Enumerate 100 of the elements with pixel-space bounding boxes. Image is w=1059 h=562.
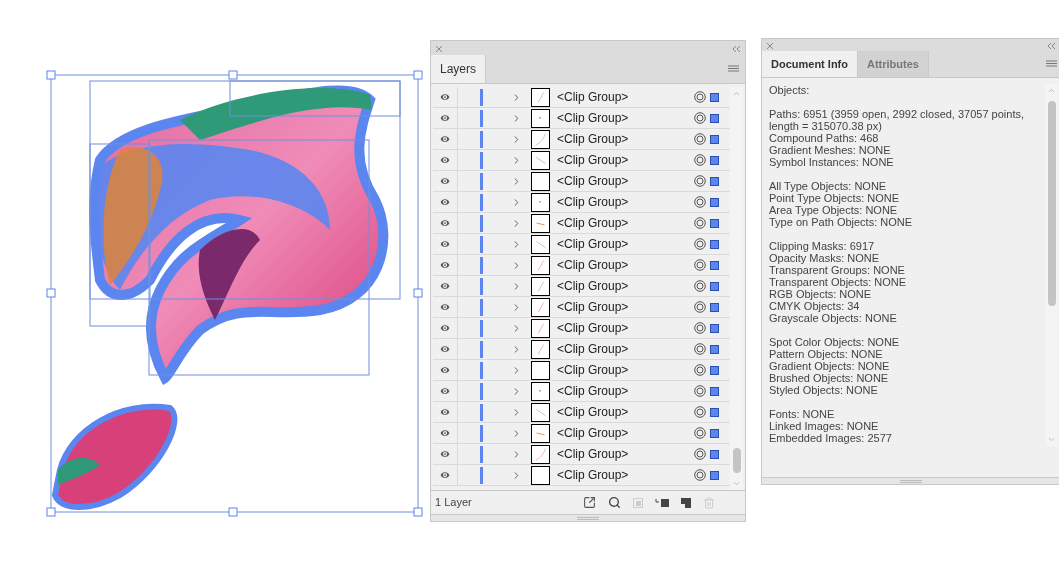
- target-icon[interactable]: [694, 301, 706, 313]
- layer-row[interactable]: <Clip Group>: [433, 276, 730, 297]
- eye-icon[interactable]: [439, 385, 451, 397]
- collapse-icon[interactable]: [1047, 42, 1056, 49]
- layer-name: <Clip Group>: [557, 215, 630, 232]
- eye-icon[interactable]: [439, 238, 451, 250]
- target-icon[interactable]: [694, 112, 706, 124]
- layer-row[interactable]: <Clip Group>: [433, 444, 730, 465]
- layer-name: <Clip Group>: [557, 278, 630, 295]
- layer-row[interactable]: <Clip Group>: [433, 87, 730, 108]
- selection-square[interactable]: [710, 323, 719, 333]
- export-icon[interactable]: [583, 496, 596, 509]
- selection-square[interactable]: [710, 344, 719, 354]
- info-line: Brushed Objects: NONE: [769, 372, 890, 384]
- selection-square[interactable]: [710, 302, 719, 312]
- layer-row[interactable]: <Clip Group>: [433, 402, 730, 423]
- eye-icon[interactable]: [439, 259, 451, 271]
- selection-square[interactable]: [710, 92, 719, 102]
- layer-name: <Clip Group>: [557, 446, 630, 463]
- selection-square[interactable]: [710, 449, 719, 459]
- target-icon[interactable]: [694, 217, 706, 229]
- close-icon[interactable]: [766, 41, 774, 50]
- layer-row[interactable]: <Clip Group>: [433, 129, 730, 150]
- clip-mask-icon[interactable]: [633, 497, 643, 508]
- layer-row[interactable]: <Clip Group>: [433, 318, 730, 339]
- new-sublayer-icon[interactable]: [655, 497, 669, 508]
- layer-row[interactable]: <Clip Group>: [433, 234, 730, 255]
- scroll-thumb[interactable]: [1047, 101, 1056, 306]
- target-icon[interactable]: [694, 196, 706, 208]
- target-icon[interactable]: [694, 385, 706, 397]
- selection-square[interactable]: [710, 281, 719, 291]
- target-icon[interactable]: [694, 469, 706, 481]
- layer-row[interactable]: <Clip Group>: [433, 255, 730, 276]
- layer-row[interactable]: <Clip Group>: [433, 108, 730, 129]
- menu-icon[interactable]: [728, 65, 739, 73]
- scrollbar[interactable]: [1045, 84, 1058, 446]
- target-icon[interactable]: [694, 280, 706, 292]
- target-icon[interactable]: [694, 154, 706, 166]
- target-icon[interactable]: [694, 322, 706, 334]
- collapse-icon[interactable]: [732, 45, 741, 52]
- layer-row[interactable]: <Clip Group>: [433, 171, 730, 192]
- layer-row[interactable]: <Clip Group>: [433, 381, 730, 402]
- eye-icon[interactable]: [439, 406, 451, 418]
- selection-square[interactable]: [710, 176, 719, 186]
- layer-row[interactable]: <Clip Group>: [433, 192, 730, 213]
- selection-square[interactable]: [710, 134, 719, 144]
- target-icon[interactable]: [694, 238, 706, 250]
- layer-row[interactable]: <Clip Group>: [433, 213, 730, 234]
- eye-icon[interactable]: [439, 175, 451, 187]
- eye-icon[interactable]: [439, 469, 451, 481]
- selection-square[interactable]: [710, 407, 719, 417]
- eye-icon[interactable]: [439, 112, 451, 124]
- eye-icon[interactable]: [439, 343, 451, 355]
- selection-square[interactable]: [710, 365, 719, 375]
- selection-square[interactable]: [710, 113, 719, 123]
- selection-square[interactable]: [710, 386, 719, 396]
- layer-row[interactable]: <Clip Group>: [433, 360, 730, 381]
- layer-row[interactable]: <Clip Group>: [433, 423, 730, 444]
- eye-icon[interactable]: [439, 427, 451, 439]
- layer-name: <Clip Group>: [557, 152, 630, 169]
- eye-icon[interactable]: [439, 217, 451, 229]
- eye-icon[interactable]: [439, 448, 451, 460]
- new-layer-icon[interactable]: [681, 497, 691, 508]
- layer-row[interactable]: <Clip Group>: [433, 297, 730, 318]
- target-icon[interactable]: [694, 343, 706, 355]
- target-icon[interactable]: [694, 91, 706, 103]
- panel-tab[interactable]: Layers: [431, 55, 487, 83]
- selection-square[interactable]: [710, 218, 719, 228]
- layer-row[interactable]: <Clip Group>: [433, 150, 730, 171]
- target-icon[interactable]: [694, 406, 706, 418]
- eye-icon[interactable]: [439, 154, 451, 166]
- eye-icon[interactable]: [439, 280, 451, 292]
- selection-square[interactable]: [710, 470, 719, 480]
- eye-icon[interactable]: [439, 196, 451, 208]
- panel-tab[interactable]: Document Info: [762, 51, 858, 77]
- menu-icon[interactable]: [1046, 60, 1057, 68]
- selection-square[interactable]: [710, 239, 719, 249]
- search-icon[interactable]: [608, 496, 621, 509]
- target-icon[interactable]: [694, 427, 706, 439]
- close-icon[interactable]: [435, 44, 443, 53]
- eye-icon[interactable]: [439, 301, 451, 313]
- selection-square[interactable]: [710, 197, 719, 207]
- target-icon[interactable]: [694, 259, 706, 271]
- eye-icon[interactable]: [439, 364, 451, 376]
- selection-square[interactable]: [710, 260, 719, 270]
- target-icon[interactable]: [694, 133, 706, 145]
- eye-icon[interactable]: [439, 91, 451, 103]
- selection-square[interactable]: [710, 428, 719, 438]
- eye-icon[interactable]: [439, 322, 451, 334]
- info-line: Point Type Objects: NONE: [769, 192, 901, 204]
- layer-row[interactable]: <Clip Group>: [433, 339, 730, 360]
- eye-icon[interactable]: [439, 133, 451, 145]
- layer-row[interactable]: <Clip Group>: [433, 465, 730, 486]
- target-icon[interactable]: [694, 364, 706, 376]
- layer-name: <Clip Group>: [557, 299, 630, 316]
- scrollbar[interactable]: [730, 87, 743, 490]
- target-icon[interactable]: [694, 448, 706, 460]
- selection-square[interactable]: [710, 155, 719, 165]
- target-icon[interactable]: [694, 175, 706, 187]
- scroll-thumb[interactable]: [732, 448, 741, 473]
